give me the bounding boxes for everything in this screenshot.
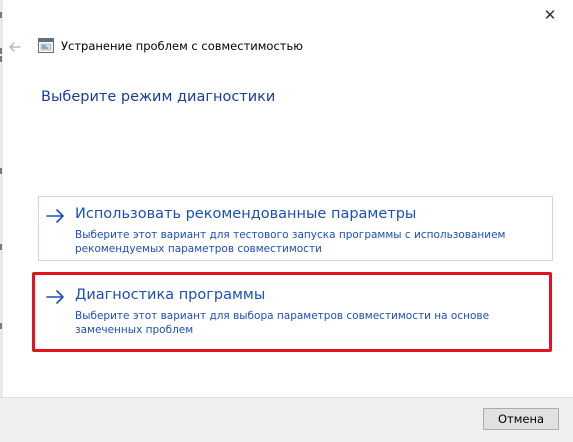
background-window-edge — [0, 0, 3, 441]
option-description: Выберите этот вариант для выбора парамет… — [75, 310, 490, 336]
edge-mark — [0, 56, 2, 62]
troubleshooter-window: ✕ Устранение проблем с совместимостью Вы… — [0, 0, 573, 442]
edge-mark — [0, 12, 2, 18]
option-title: Диагностика программы — [75, 287, 266, 303]
option-description: Выберите этот вариант для тестового запу… — [75, 229, 506, 255]
edge-mark — [0, 323, 2, 329]
back-button[interactable] — [6, 38, 28, 56]
arrow-right-icon — [46, 290, 64, 304]
back-arrow-icon — [9, 42, 21, 52]
compatibility-troubleshooter-icon — [38, 38, 54, 53]
cancel-button[interactable]: Отмена — [483, 408, 559, 430]
edge-mark — [0, 168, 2, 174]
close-button[interactable]: ✕ — [527, 0, 573, 30]
arrow-right-icon — [46, 209, 64, 223]
recommended-settings-option[interactable]: Использовать рекомендованные параметры В… — [38, 196, 553, 261]
close-icon: ✕ — [543, 6, 557, 24]
page-heading: Выберите режим диагностики — [41, 89, 276, 105]
troubleshoot-program-option[interactable]: Диагностика программы Выберите этот вари… — [38, 277, 553, 342]
option-title: Использовать рекомендованные параметры — [75, 206, 417, 222]
edge-mark — [0, 48, 2, 54]
edge-mark — [0, 244, 2, 250]
window-title: Устранение проблем с совместимостью — [61, 39, 303, 53]
